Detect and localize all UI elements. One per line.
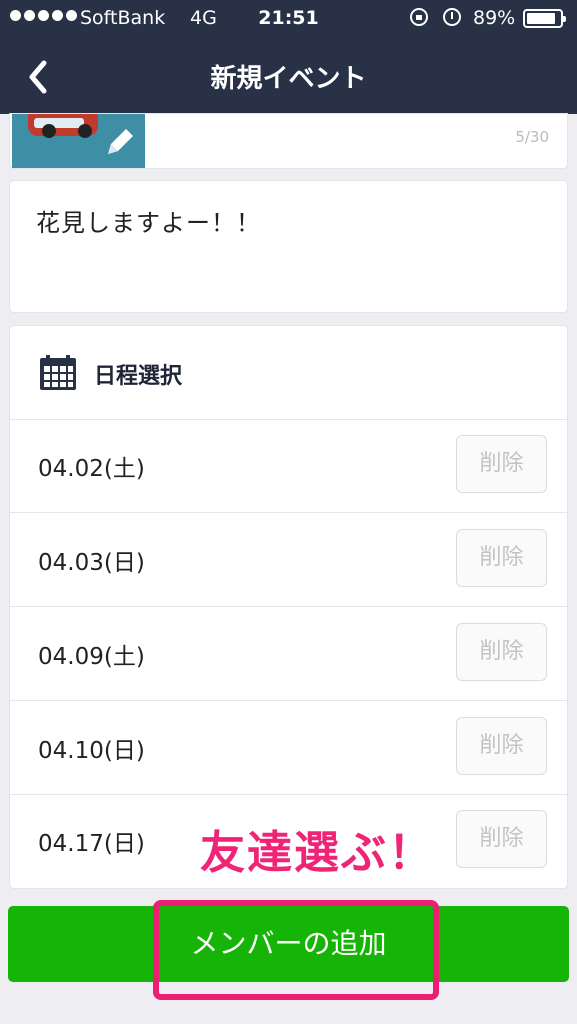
delete-date-button[interactable]: 削除 bbox=[456, 529, 547, 587]
date-row: 04.10(日) 削除 bbox=[10, 701, 567, 795]
date-label: 04.09(土) bbox=[38, 644, 145, 670]
add-member-button[interactable]: メンバーの追加 bbox=[8, 906, 569, 982]
event-thumbnail[interactable] bbox=[12, 114, 145, 168]
delete-date-button[interactable]: 削除 bbox=[456, 623, 547, 681]
date-row: 04.09(土) 削除 bbox=[10, 607, 567, 701]
battery-icon bbox=[523, 9, 566, 28]
status-bar: SoftBank 4G 21:51 89% bbox=[0, 0, 577, 38]
title-char-count: 5/30 bbox=[515, 128, 549, 146]
date-row: 04.02(土) 削除 bbox=[10, 419, 567, 513]
rotation-lock-icon bbox=[410, 8, 428, 26]
date-label: 04.17(日) bbox=[38, 831, 145, 857]
date-label: 04.03(日) bbox=[38, 550, 145, 576]
delete-date-button[interactable]: 削除 bbox=[456, 810, 547, 868]
annotation-text: 友達選ぶ！ bbox=[199, 825, 436, 880]
memo-text: 花見しますよー！！ bbox=[36, 209, 261, 237]
alarm-icon bbox=[443, 8, 461, 26]
page-title: 新規イベント bbox=[210, 64, 367, 94]
date-label: 04.02(土) bbox=[38, 456, 145, 482]
event-title-card: 5/30 bbox=[10, 114, 567, 168]
schedule-card: 日程選択 04.02(土) 削除 04.03(日) 削除 04.09(土) 削除… bbox=[10, 326, 567, 888]
schedule-header: 日程選択 bbox=[10, 326, 567, 420]
top-bar: SoftBank 4G 21:51 89% 新規イベント bbox=[0, 0, 577, 114]
schedule-header-label: 日程選択 bbox=[94, 364, 183, 389]
pencil-icon bbox=[108, 129, 133, 154]
delete-date-button[interactable]: 削除 bbox=[456, 435, 547, 493]
delete-date-button[interactable]: 削除 bbox=[456, 717, 547, 775]
calendar-icon bbox=[40, 355, 76, 390]
date-row: 04.03(日) 削除 bbox=[10, 513, 567, 607]
memo-field[interactable]: 花見しますよー！！ bbox=[10, 181, 567, 312]
battery-percent: 89% bbox=[473, 7, 516, 29]
date-label: 04.10(日) bbox=[38, 738, 145, 764]
